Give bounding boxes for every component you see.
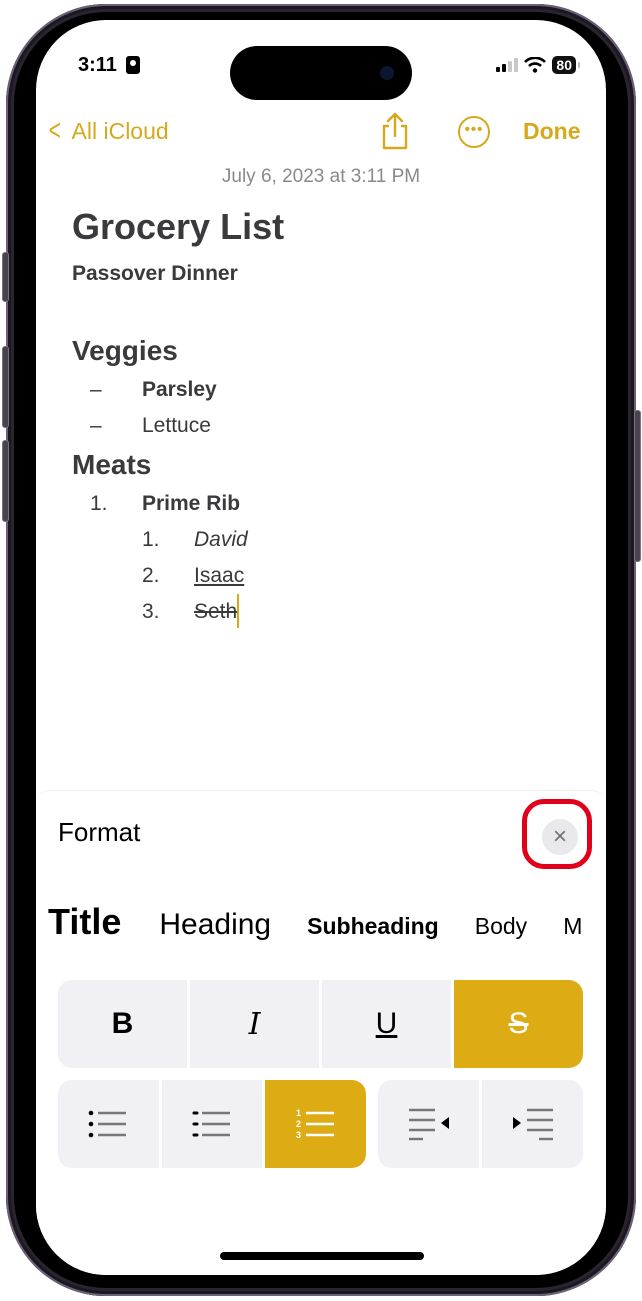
status-icons: 80 bbox=[496, 56, 580, 74]
paragraph-styles: Title Heading Subheading Body M bbox=[48, 901, 582, 943]
note-body[interactable]: Grocery List Passover Dinner Veggies – Pa… bbox=[72, 200, 284, 630]
back-label: All iCloud bbox=[71, 117, 169, 144]
list-item: 1. David bbox=[142, 528, 248, 551]
italic-button[interactable]: I bbox=[190, 980, 319, 1068]
volume-down-button bbox=[2, 440, 9, 522]
back-button[interactable]: < All iCloud bbox=[46, 116, 169, 146]
numbered-list-icon: 123 bbox=[296, 1108, 334, 1140]
increase-indent-button[interactable] bbox=[482, 1080, 583, 1168]
decrease-indent-icon bbox=[408, 1108, 449, 1141]
bold-icon: B bbox=[111, 1007, 134, 1040]
style-body[interactable]: Body bbox=[475, 913, 527, 940]
list-item: – Lettuce bbox=[90, 414, 211, 437]
numbered-list-button[interactable]: 123 bbox=[265, 1080, 367, 1168]
svg-text:3: 3 bbox=[296, 1130, 301, 1140]
list-style-group: 123 bbox=[58, 1080, 367, 1168]
note-subtitle: Passover Dinner bbox=[72, 262, 238, 285]
chevron-left-icon: < bbox=[48, 114, 61, 147]
camera-icon bbox=[380, 66, 394, 80]
dashed-list-button[interactable] bbox=[161, 1080, 263, 1168]
svg-text:1: 1 bbox=[296, 1108, 301, 1118]
svg-text:2: 2 bbox=[296, 1119, 301, 1129]
note-date: July 6, 2023 at 3:11 PM bbox=[221, 166, 421, 187]
list-item: 3. Seth bbox=[72, 594, 284, 630]
underline-button[interactable]: U bbox=[322, 980, 451, 1068]
list-item: – Parsley bbox=[90, 378, 217, 401]
volume-up-button bbox=[2, 346, 9, 428]
annotation-highlight bbox=[522, 799, 592, 869]
power-button bbox=[634, 410, 641, 562]
bulleted-list-icon bbox=[89, 1110, 127, 1138]
strikethrough-button[interactable]: S bbox=[454, 980, 583, 1068]
status-time: 3:11 bbox=[78, 54, 117, 76]
note-title: Grocery List bbox=[72, 206, 285, 247]
bulleted-list-button[interactable] bbox=[58, 1080, 159, 1168]
list-item: 1. Prime Rib bbox=[90, 492, 241, 515]
wifi-icon bbox=[524, 57, 547, 73]
format-title: Format bbox=[58, 817, 141, 847]
section-heading: Meats bbox=[72, 449, 152, 480]
cellular-signal-icon bbox=[496, 58, 519, 72]
italic-icon: I bbox=[248, 1006, 261, 1042]
action-button bbox=[2, 252, 9, 302]
done-button[interactable]: Done bbox=[523, 118, 581, 145]
share-icon[interactable] bbox=[379, 112, 411, 150]
style-subheading[interactable]: Subheading bbox=[307, 913, 439, 940]
nav-bar: < All iCloud ••• Done bbox=[36, 112, 606, 156]
dashed-list-icon bbox=[192, 1111, 230, 1137]
style-title[interactable]: Title bbox=[48, 901, 121, 943]
home-indicator[interactable] bbox=[220, 1252, 424, 1260]
style-monospaced[interactable]: M bbox=[563, 913, 582, 940]
list-buttons-row: 123 bbox=[58, 1080, 583, 1168]
list-item: 2. Isaac bbox=[142, 564, 245, 587]
underline-icon: U bbox=[375, 1007, 398, 1040]
screen: 3:11 80 < All iCloud ••• Done July 6, 20… bbox=[36, 20, 606, 1275]
dynamic-island bbox=[230, 46, 412, 100]
style-heading[interactable]: Heading bbox=[159, 908, 271, 942]
contact-badge-icon bbox=[126, 56, 140, 74]
section-heading: Veggies bbox=[72, 335, 178, 366]
text-cursor bbox=[237, 594, 240, 628]
battery-indicator: 80 bbox=[552, 56, 580, 74]
more-options-icon[interactable]: ••• bbox=[458, 116, 490, 148]
decrease-indent-button[interactable] bbox=[378, 1080, 479, 1168]
indent-group bbox=[378, 1080, 583, 1168]
strikethrough-icon: S bbox=[508, 1007, 529, 1040]
bold-button[interactable]: B bbox=[58, 980, 187, 1068]
text-style-buttons: B I U S bbox=[58, 980, 583, 1068]
format-panel: Format × Title Heading Subheading Body M… bbox=[36, 790, 606, 1275]
increase-indent-icon bbox=[512, 1108, 553, 1141]
